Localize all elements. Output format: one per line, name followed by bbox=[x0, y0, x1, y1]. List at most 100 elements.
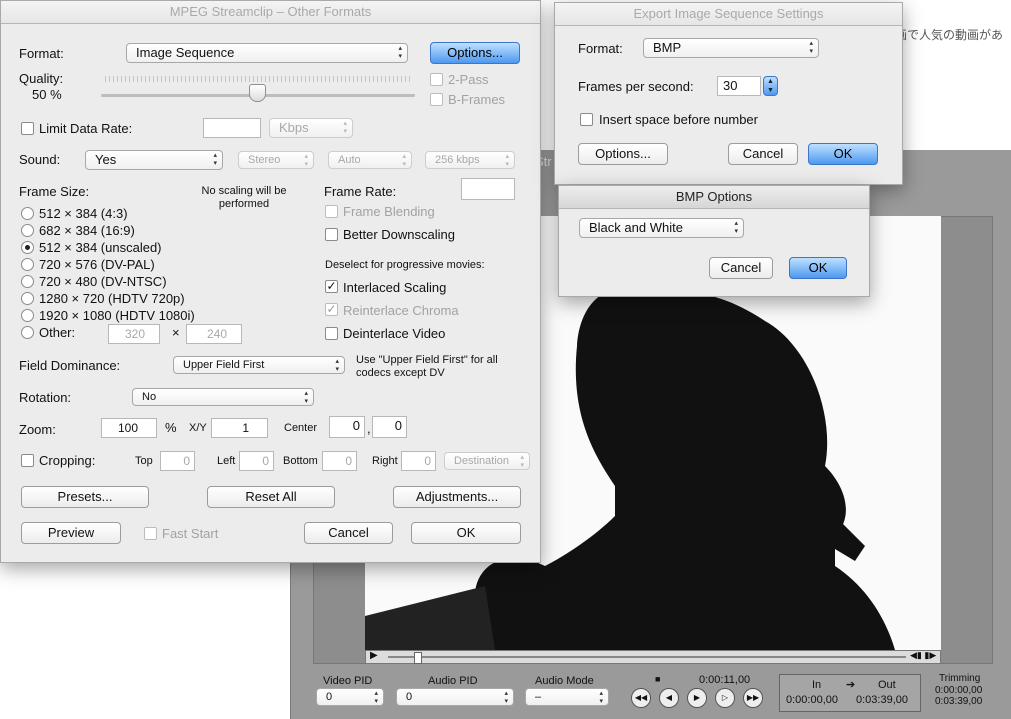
size-radio-4[interactable] bbox=[21, 258, 34, 271]
better-downscaling-label: Better Downscaling bbox=[343, 227, 455, 242]
other-width-field[interactable]: 320 bbox=[108, 324, 160, 344]
play-icon[interactable]: ▶ bbox=[687, 688, 707, 708]
sound-select[interactable]: Yes bbox=[85, 150, 223, 170]
interlaced-scaling-label: Interlaced Scaling bbox=[343, 280, 447, 295]
timeline-track[interactable] bbox=[388, 656, 906, 658]
size-radio-6[interactable] bbox=[21, 292, 34, 305]
frame-rate-field[interactable] bbox=[461, 178, 515, 200]
bmp-cancel-button[interactable]: Cancel bbox=[709, 257, 773, 279]
reinterlace-chroma-checkbox[interactable]: ✓ bbox=[325, 303, 338, 316]
crop-top-field[interactable]: 0 bbox=[160, 451, 195, 471]
bitrate-select[interactable]: 256 kbps bbox=[425, 151, 515, 169]
other-formats-window: MPEG Streamclip – Other Formats Format: … bbox=[0, 0, 541, 563]
data-rate-field[interactable] bbox=[203, 118, 261, 138]
cropping-label: Cropping: bbox=[39, 453, 96, 468]
video-pid-select[interactable]: 0 bbox=[316, 688, 384, 706]
timeline-bar[interactable]: ▶ ◀▮ ▮▶ bbox=[365, 650, 941, 664]
ok-button[interactable]: OK bbox=[411, 522, 521, 544]
b-frames-checkbox[interactable] bbox=[430, 93, 443, 106]
crop-right-label: Right bbox=[372, 455, 398, 467]
size-label-3: 512 × 384 (unscaled) bbox=[39, 240, 162, 255]
size-radio-7[interactable] bbox=[21, 309, 34, 322]
audio-pid-select[interactable]: 0 bbox=[396, 688, 514, 706]
trimming-label: Trimming bbox=[939, 673, 981, 684]
size-label-1: 512 × 384 (4:3) bbox=[39, 206, 128, 221]
center-comma: , bbox=[367, 421, 371, 436]
export-cancel-button[interactable]: Cancel bbox=[728, 143, 798, 165]
frame-step-icons[interactable]: ◀▮ ▮▶ bbox=[910, 650, 936, 661]
interlaced-scaling-checkbox[interactable]: ✓ bbox=[325, 280, 338, 293]
fast-start-checkbox[interactable] bbox=[144, 527, 157, 540]
cancel-button[interactable]: Cancel bbox=[304, 522, 393, 544]
rotation-select[interactable]: No bbox=[132, 388, 314, 406]
play-small-icon[interactable]: ▶ bbox=[370, 650, 378, 661]
insert-space-label: Insert space before number bbox=[599, 112, 758, 127]
window-title: MPEG Streamclip – Other Formats bbox=[1, 1, 540, 24]
size-radio-2[interactable] bbox=[21, 224, 34, 237]
kbps-select[interactable]: Kbps bbox=[269, 118, 353, 138]
xy-field[interactable]: 1 bbox=[211, 418, 268, 438]
fps-stepper[interactable]: ▲ ▼ bbox=[763, 76, 778, 96]
two-pass-checkbox[interactable] bbox=[430, 73, 443, 86]
frame-size-label: Frame Size: bbox=[19, 184, 90, 199]
frame-blending-checkbox[interactable] bbox=[325, 205, 338, 218]
bmp-mode-select[interactable]: Black and White bbox=[579, 218, 744, 238]
field-dominance-note: Use "Upper Field First" for all codecs e… bbox=[356, 354, 498, 379]
quality-value: 50 % bbox=[32, 87, 62, 102]
bmp-ok-button[interactable]: OK bbox=[789, 257, 847, 279]
size-label-7: 1920 × 1080 (HDTV 1080i) bbox=[39, 308, 195, 323]
size-radio-3[interactable] bbox=[21, 241, 34, 254]
presets-button[interactable]: Presets... bbox=[21, 486, 149, 508]
crop-right-field[interactable]: 0 bbox=[401, 451, 436, 471]
zoom-field[interactable]: 100 bbox=[101, 418, 157, 438]
field-dominance-select[interactable]: Upper Field First bbox=[173, 356, 345, 374]
in-out-panel: In ➔ Out 0:00:00,00 0:03:39,00 bbox=[779, 674, 921, 712]
in-label: In bbox=[812, 679, 822, 691]
size-radio-5[interactable] bbox=[21, 275, 34, 288]
stop-icon[interactable]: ■ bbox=[655, 674, 660, 684]
preview-button[interactable]: Preview bbox=[21, 522, 121, 544]
export-options-button[interactable]: Options... bbox=[578, 143, 668, 165]
out-time: 0:03:39,00 bbox=[856, 694, 908, 706]
quality-slider-knob[interactable] bbox=[249, 84, 266, 102]
format-select[interactable]: Image Sequence bbox=[126, 43, 408, 63]
timeline-knob[interactable] bbox=[414, 652, 422, 664]
fast-forward-icon[interactable]: ▶▶ bbox=[743, 688, 763, 708]
rotation-label: Rotation: bbox=[19, 390, 72, 405]
auto-select[interactable]: Auto bbox=[328, 151, 412, 169]
trim-in: 0:00:00,00 bbox=[935, 685, 983, 696]
destination-select[interactable]: Destination bbox=[444, 452, 530, 470]
step-back-icon[interactable]: ◀ bbox=[659, 688, 679, 708]
cropping-checkbox[interactable] bbox=[21, 454, 34, 467]
transport-controls[interactable]: ◀◀ ◀ ▶ ▷ ▶▶ bbox=[631, 688, 765, 708]
center-y-field[interactable]: 0 bbox=[372, 416, 407, 438]
insert-space-checkbox[interactable] bbox=[580, 113, 593, 126]
frame-blending-label: Frame Blending bbox=[343, 204, 435, 219]
stereo-select[interactable]: Stereo bbox=[238, 151, 314, 169]
size-label-2: 682 × 384 (16:9) bbox=[39, 223, 135, 238]
adjustments-button[interactable]: Adjustments... bbox=[393, 486, 521, 508]
options-button[interactable]: Options... bbox=[430, 42, 520, 64]
other-height-field[interactable]: 240 bbox=[186, 324, 242, 344]
reset-all-button[interactable]: Reset All bbox=[207, 486, 335, 508]
deinterlace-video-checkbox[interactable] bbox=[325, 327, 338, 340]
export-ok-button[interactable]: OK bbox=[808, 143, 878, 165]
export-format-select[interactable]: BMP bbox=[643, 38, 819, 58]
limit-data-rate-label: Limit Data Rate: bbox=[39, 121, 133, 136]
bmp-options-window: BMP Options Black and White Cancel OK bbox=[558, 185, 870, 297]
size-radio-1[interactable] bbox=[21, 207, 34, 220]
size-radio-other[interactable] bbox=[21, 326, 34, 339]
format-label: Format: bbox=[19, 46, 64, 61]
step-forward-icon[interactable]: ▷ bbox=[715, 688, 735, 708]
crop-bottom-field[interactable]: 0 bbox=[322, 451, 357, 471]
crop-left-field[interactable]: 0 bbox=[239, 451, 274, 471]
limit-data-rate-checkbox[interactable] bbox=[21, 122, 34, 135]
sound-label: Sound: bbox=[19, 152, 61, 167]
rewind-icon[interactable]: ◀◀ bbox=[631, 688, 651, 708]
in-time: 0:00:00,00 bbox=[786, 694, 838, 706]
better-downscaling-checkbox[interactable] bbox=[325, 228, 338, 241]
audio-mode-select[interactable]: – bbox=[525, 688, 609, 706]
center-x-field[interactable]: 0 bbox=[329, 416, 365, 438]
times-label: × bbox=[172, 325, 180, 340]
fps-field[interactable]: 30 bbox=[717, 76, 761, 96]
